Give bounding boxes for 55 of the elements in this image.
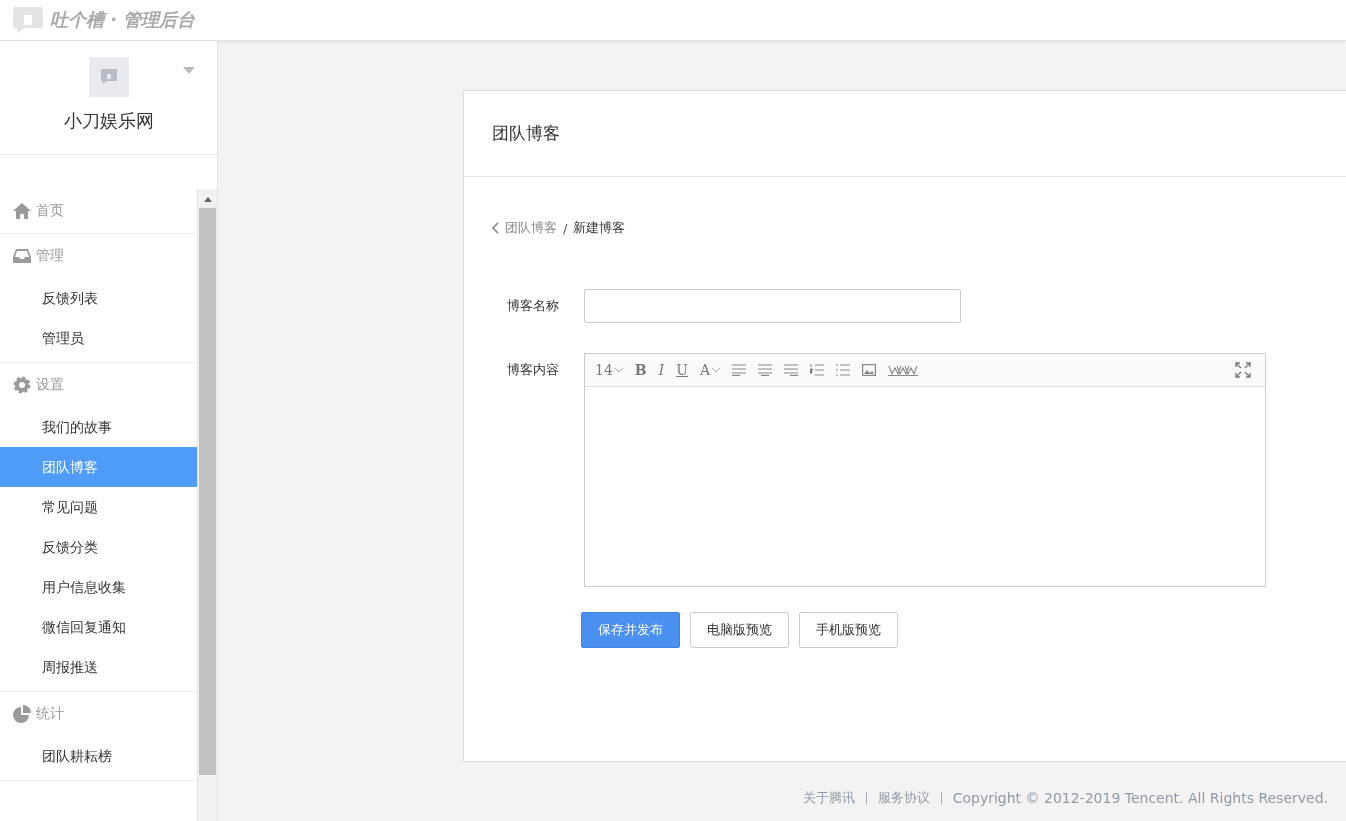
footer-link[interactable]: 关于腾讯 <box>802 789 855 807</box>
chat-bubble-logo-icon <box>12 6 44 34</box>
breadcrumb-separator: / <box>563 220 568 236</box>
menu-item[interactable]: 周报推送 <box>0 647 197 687</box>
underline-button[interactable]: U <box>676 362 688 378</box>
preview-button[interactable]: 电脑版预览 <box>690 612 789 648</box>
menu-item[interactable]: 常见问题 <box>0 487 197 527</box>
menu-item[interactable]: 反馈分类 <box>0 527 197 567</box>
align-center-icon[interactable] <box>758 364 773 376</box>
app-title: 吐个槽 · 管理后台 <box>50 8 196 32</box>
chevron-left-icon[interactable] <box>492 222 499 234</box>
bullet-list-icon[interactable] <box>836 364 851 376</box>
menu-item[interactable]: 团队博客 <box>0 447 197 487</box>
field-label: 博客名称 <box>506 297 560 315</box>
field-label: 博客内容 <box>506 361 560 379</box>
footer-link[interactable]: 服务协议 <box>877 789 930 807</box>
card-title: 团队博客 <box>492 122 560 145</box>
breadcrumb-link[interactable]: 团队博客 <box>505 219 557 237</box>
menu-item[interactable]: 管理员 <box>0 318 197 358</box>
align-left-icon[interactable] <box>732 364 747 376</box>
house-icon <box>12 201 32 221</box>
inbox-icon <box>12 246 32 266</box>
scrollbar[interactable] <box>197 189 217 821</box>
bold-button[interactable]: B <box>634 362 647 378</box>
menu-section-label[interactable]: 首页 <box>36 202 64 220</box>
fullscreen-icon[interactable] <box>1235 362 1251 378</box>
gear-icon <box>12 375 32 395</box>
align-right-icon[interactable] <box>784 364 799 376</box>
text-color-button[interactable]: A <box>700 362 721 378</box>
menu-item[interactable]: 反馈列表 <box>0 278 197 318</box>
image-icon[interactable] <box>862 364 877 376</box>
copyright-text: Copyright © 2012-2019 Tencent. All Rights Reserved. <box>952 790 1328 806</box>
pie-chart-icon <box>12 704 32 724</box>
scroll-up-arrow-icon[interactable] <box>203 197 212 202</box>
menu-item[interactable]: 用户信息收集 <box>0 567 197 607</box>
caret-icon[interactable] <box>614 367 623 373</box>
publish-button[interactable]: 保存并发布 <box>581 612 680 648</box>
site-name: 小刀娱乐网 <box>63 109 154 133</box>
avatar-placeholder <box>88 57 129 97</box>
menu-item[interactable]: 微信回复通知 <box>0 607 197 647</box>
menu-item[interactable]: 我们的故事 <box>0 407 197 447</box>
rich-text-editor[interactable]: 14 B I U A <box>584 353 1266 587</box>
blog-name-field[interactable] <box>584 289 961 323</box>
menu-item[interactable]: 团队耕耘榜 <box>0 736 197 776</box>
numbered-list-icon[interactable] <box>810 364 825 376</box>
menu-section-label[interactable]: 管理 <box>36 247 64 265</box>
caret-icon[interactable] <box>712 367 721 373</box>
breadcrumb-current: 新建博客 <box>573 219 626 237</box>
font-size-select[interactable]: 14 <box>595 362 623 378</box>
italic-button[interactable]: I <box>658 362 665 378</box>
menu-section-label[interactable]: 统计 <box>36 705 64 723</box>
menu-section-label[interactable]: 设置 <box>36 376 64 394</box>
link-icon[interactable] <box>888 364 919 376</box>
dropdown-caret-icon[interactable] <box>183 67 195 74</box>
preview-button[interactable]: 手机版预览 <box>799 612 898 648</box>
